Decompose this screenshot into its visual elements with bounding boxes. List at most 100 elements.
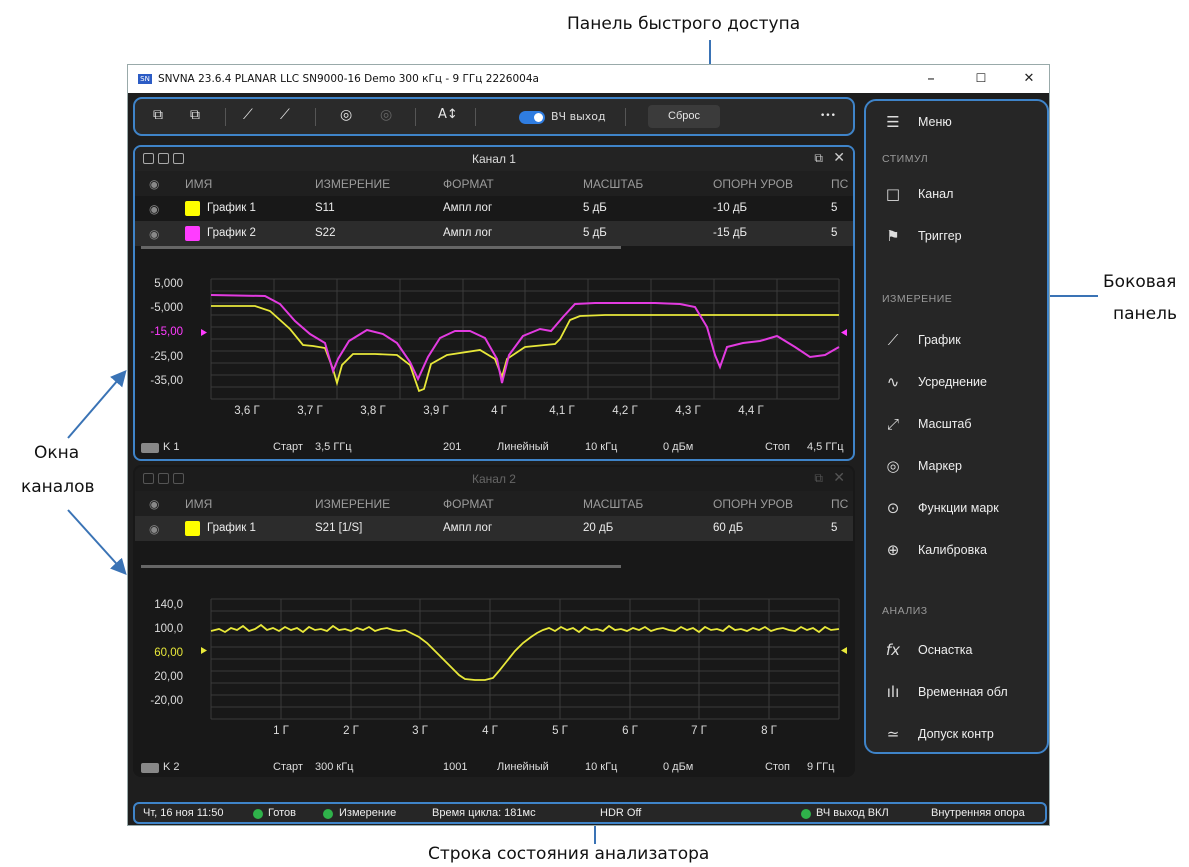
averaging-icon: ∿	[886, 373, 900, 391]
close-channel-icon[interactable]: ✕	[833, 470, 845, 486]
trace-ref: -10 дБ	[713, 202, 748, 214]
minimize-button[interactable]: –	[921, 69, 941, 87]
sidebar-item-label: Допуск контр	[918, 727, 994, 741]
ref-marker-right	[841, 647, 847, 654]
remove-channel-icon[interactable]: ⧉	[190, 107, 200, 123]
trace-table-header: ◉ ИМЯ ИЗМЕРЕНИЕ ФОРМАТ МАСШТАБ ОПОРН УРО…	[135, 171, 853, 196]
separator	[475, 108, 476, 126]
col-ref: ОПОРН УРОВ	[713, 497, 793, 511]
flag-icon: ⚑	[886, 227, 900, 245]
add-trace-icon[interactable]: ⟋	[243, 107, 253, 123]
points-value[interactable]: 1001	[443, 761, 467, 773]
sidebar-item-label: Триггер	[918, 229, 962, 243]
stop-value[interactable]: 4,5 ГГц	[807, 441, 844, 453]
rf-output-label: ВЧ выход	[551, 110, 606, 123]
table-row[interactable]: ◉ График 1 S11 Ампл лог 5 дБ -10 дБ 5	[135, 196, 853, 221]
sidebar-item-trigger[interactable]: ⚑ Триггер	[882, 227, 962, 245]
table-scrollbar[interactable]	[141, 565, 621, 568]
stop-label: Стоп	[765, 761, 790, 773]
popout-icon[interactable]: ⧉	[814, 471, 823, 486]
sidebar-item-marker[interactable]: ◎ Маркер	[882, 457, 962, 475]
sidebar-item-limit-test[interactable]: ≃ Допуск контр	[882, 725, 994, 743]
points-value[interactable]: 201	[443, 441, 461, 453]
ready-indicator-icon	[253, 809, 263, 819]
channel-window-2[interactable]: Канал 2 ⧉ ✕ ◉ ИМЯ ИЗМЕРЕНИЕ ФОРМАТ МАСШТ…	[133, 465, 855, 777]
sidebar-item-calibration[interactable]: ⊕ Калибровка	[882, 541, 987, 559]
col-scale: МАСШТАБ	[583, 497, 644, 511]
time-domain-icon: ılı	[886, 683, 900, 701]
trace-name: График 1	[207, 202, 256, 214]
eye-icon: ◉	[149, 202, 160, 216]
trace-color-swatch	[185, 521, 200, 536]
separator	[225, 108, 226, 126]
channel-header: Канал 1 ⧉ ✕	[135, 147, 853, 171]
maximize-button[interactable]: ☐	[971, 71, 991, 85]
sidebar-item-fixture[interactable]: fx Оснастка	[882, 641, 973, 659]
trace-name: График 2	[207, 227, 256, 239]
menu-button[interactable]: ☰ Меню	[882, 113, 952, 131]
start-value[interactable]: 300 кГц	[315, 761, 353, 773]
sidebar-item-channel[interactable]: □ Канал	[882, 185, 953, 203]
sidebar-item-scale[interactable]: ⤢ Масштаб	[882, 415, 972, 433]
section-analysis: АНАЛИЗ	[882, 605, 928, 617]
app-logo-icon: SN	[138, 74, 152, 84]
sidebar-item-time-domain[interactable]: ılı Временная обл	[882, 683, 1008, 701]
reset-button[interactable]: Сброс	[648, 105, 720, 128]
channel-window-1[interactable]: Канал 1 ⧉ ✕ ◉ ИМЯ ИЗМЕРЕНИЕ ФОРМАТ МАСШТ…	[133, 145, 855, 461]
ifbw-value[interactable]: 10 кГц	[585, 441, 617, 453]
trace-s21-curve	[210, 623, 840, 681]
eye-icon: ◉	[149, 522, 160, 536]
channel-status-row: K 2 Старт 300 кГц 1001 Линейный 10 кГц 0…	[135, 757, 853, 775]
rf-on-indicator-icon	[801, 809, 811, 819]
power-value[interactable]: 0 дБм	[663, 441, 693, 453]
app-window: SN SNVNA 23.6.4 PLANAR LLC SN9000-16 Dem…	[127, 64, 1050, 826]
channel-title: Канал 1	[472, 152, 516, 166]
col-pos: ПС	[831, 497, 849, 511]
ifbw-value[interactable]: 10 кГц	[585, 761, 617, 773]
trace-measurement: S11	[315, 202, 335, 214]
fx-icon: fx	[885, 641, 901, 659]
channel-header: Канал 2 ⧉ ✕	[135, 467, 853, 491]
popout-icon[interactable]: ⧉	[814, 151, 823, 166]
table-row[interactable]: ◉ График 2 S22 Ампл лог 5 дБ -15 дБ 5	[135, 221, 853, 246]
close-channel-icon[interactable]: ✕	[833, 150, 845, 166]
sidebar-item-averaging[interactable]: ∿ Усреднение	[882, 373, 987, 391]
add-marker-icon[interactable]: ◎	[340, 107, 352, 123]
side-panel: ☰ Меню СТИМУЛ □ Канал ⚑ Триггер ИЗМЕРЕНИ…	[864, 99, 1049, 754]
x-tick: 6 Г	[622, 725, 638, 737]
sweep-type[interactable]: Линейный	[497, 441, 549, 453]
separator	[625, 108, 626, 126]
sweep-type[interactable]: Линейный	[497, 761, 549, 773]
table-row[interactable]: ◉ График 1 S21 [1/S] Ампл лог 20 дБ 60 д…	[135, 516, 853, 541]
sidebar-item-marker-functions[interactable]: ⊙ Функции марк	[882, 499, 999, 517]
start-value[interactable]: 3,5 ГГц	[315, 441, 352, 453]
trace-scale: 5 дБ	[583, 227, 607, 239]
autoscale-icon[interactable]: A↕	[438, 107, 458, 122]
stop-value[interactable]: 9 ГГц	[807, 761, 834, 773]
separator	[415, 108, 416, 126]
remove-marker-icon[interactable]: ◎	[380, 107, 392, 123]
channel-badge-icon	[141, 763, 159, 773]
status-datetime: Чт, 16 ноя 11:50	[143, 807, 224, 819]
rf-output-toggle[interactable]	[519, 111, 545, 124]
analyzer-status-bar: Чт, 16 ноя 11:50 Готов Измерение Время ц…	[133, 802, 1047, 824]
more-icon[interactable]: •••	[820, 111, 836, 121]
sidebar-item-label: Масштаб	[918, 417, 972, 431]
eye-icon: ◉	[149, 227, 160, 241]
close-window-button[interactable]: ✕	[1019, 71, 1039, 86]
add-channel-icon[interactable]: ⧉	[153, 107, 163, 123]
marker-icon: ◎	[886, 457, 900, 475]
trace-ref: -15 дБ	[713, 227, 748, 239]
remove-trace-icon[interactable]: ⟋	[280, 107, 290, 123]
col-name: ИМЯ	[185, 497, 213, 511]
ref-marker-right	[841, 329, 847, 336]
status-reference[interactable]: Внутренняя опора	[931, 807, 1025, 819]
status-rf-output[interactable]: ВЧ выход ВКЛ	[816, 807, 889, 819]
arrow-to-channel2	[67, 509, 127, 575]
x-tick: 3,6 Г	[234, 405, 260, 417]
trace-format: Ампл лог	[443, 522, 493, 534]
section-stimulus: СТИМУЛ	[882, 153, 929, 165]
sidebar-item-trace[interactable]: ⟋ График	[882, 331, 961, 349]
power-value[interactable]: 0 дБм	[663, 761, 693, 773]
table-scrollbar[interactable]	[141, 246, 621, 249]
